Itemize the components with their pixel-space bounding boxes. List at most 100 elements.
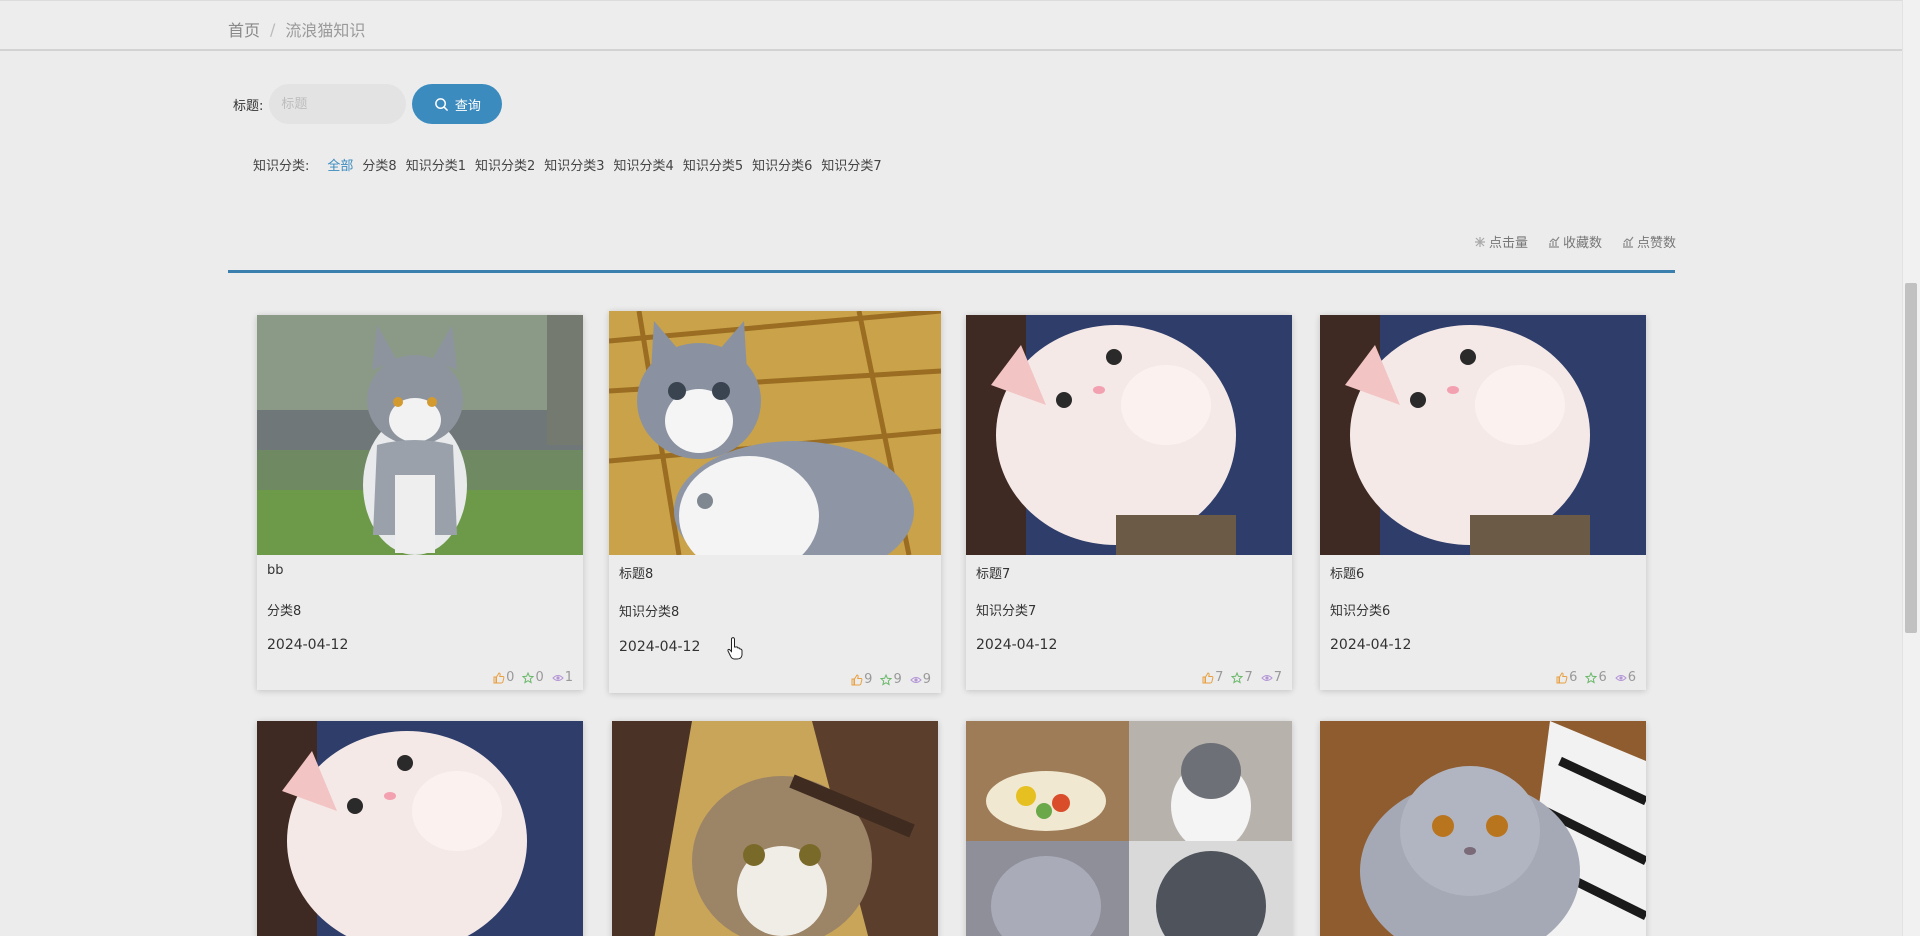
category-all[interactable]: 全部 (327, 155, 353, 174)
card-stats: 7 7 7 (1202, 670, 1282, 685)
chart-icon (1548, 236, 1560, 248)
search-form: 标题: 查询 (233, 84, 503, 124)
card-date: 2024-04-12 (976, 637, 1058, 653)
card-title: 标题6 (1330, 567, 1365, 582)
search-label: 标题: (233, 98, 264, 114)
knowledge-card[interactable]: bb 分类8 2024-04-12 0 0 1 (257, 315, 583, 690)
knowledge-card[interactable] (966, 721, 1292, 936)
card-image[interactable] (612, 721, 938, 936)
knowledge-card[interactable]: 标题7 知识分类7 2024-04-12 7 7 7 (966, 315, 1292, 690)
like-count: 9 (851, 672, 872, 687)
card-title: 标题8 (619, 567, 654, 582)
like-count-value: 7 (1215, 670, 1224, 685)
eye-icon (1261, 672, 1273, 684)
eye-icon (552, 672, 564, 684)
category-filter-label: 知识分类: (253, 159, 310, 174)
favorite-count-value: 0 (535, 670, 544, 685)
favorite-count-value: 7 (1244, 670, 1253, 685)
thumbs-up-icon (493, 672, 505, 684)
favorite-count: 6 (1585, 670, 1607, 685)
favorite-count-value: 9 (893, 672, 902, 687)
card-date: 2024-04-12 (1330, 637, 1412, 653)
card-title: 标题7 (976, 567, 1011, 582)
search-button[interactable]: 查询 (412, 84, 503, 124)
favorite-count: 7 (1231, 670, 1253, 685)
card-image[interactable] (609, 311, 941, 555)
category-knowledge-4[interactable]: 知识分类4 (614, 155, 674, 174)
card-category: 知识分类7 (976, 604, 1037, 619)
star-icon (522, 672, 534, 684)
card-category: 知识分类8 (619, 605, 680, 620)
card-date: 2024-04-12 (619, 639, 701, 655)
search-button-label: 查询 (454, 98, 481, 114)
title-search-input[interactable] (269, 84, 407, 124)
breadcrumb-current: 流浪猫知识 (285, 21, 366, 40)
like-count: 6 (1556, 670, 1577, 685)
view-count: 6 (1615, 670, 1636, 685)
star-icon (880, 674, 892, 686)
sort-by-clicks[interactable]: 点击量 (1474, 232, 1528, 251)
category-knowledge-7[interactable]: 知识分类7 (821, 155, 881, 174)
category-knowledge-1[interactable]: 知识分类1 (406, 155, 466, 174)
clicks-icon (1474, 236, 1485, 247)
card-image[interactable] (257, 721, 583, 936)
card-image[interactable] (966, 315, 1292, 555)
knowledge-card[interactable] (257, 721, 583, 936)
sort-by-likes[interactable]: 点赞数 (1622, 232, 1676, 251)
view-count-value: 9 (922, 672, 931, 687)
like-count-value: 0 (506, 670, 515, 685)
knowledge-card[interactable] (1320, 721, 1646, 936)
card-stats: 0 0 1 (493, 670, 573, 685)
card-image[interactable] (966, 721, 1292, 936)
sort-likes-label: 点赞数 (1636, 236, 1676, 251)
breadcrumb: 首页 / 流浪猫知识 (228, 17, 365, 41)
favorite-count-value: 6 (1598, 670, 1607, 685)
eye-icon (1615, 672, 1627, 684)
view-count-value: 6 (1627, 670, 1636, 685)
category-8[interactable]: 分类8 (362, 155, 396, 174)
card-stats: 6 6 6 (1556, 670, 1636, 685)
eye-icon (910, 674, 922, 686)
breadcrumb-home-link[interactable]: 首页 (228, 17, 260, 41)
card-title: bb (267, 563, 284, 578)
category-knowledge-2[interactable]: 知识分类2 (475, 155, 535, 174)
page-scrollbar[interactable] (1902, 0, 1920, 936)
view-count: 7 (1261, 670, 1282, 685)
star-icon (1231, 672, 1243, 684)
knowledge-card[interactable]: 标题8 知识分类8 2024-04-12 9 9 9 (609, 311, 941, 693)
card-category: 分类8 (267, 604, 302, 619)
card-image[interactable] (1320, 721, 1646, 936)
view-count: 9 (910, 672, 931, 687)
sort-options: 点击量 收藏数 点赞数 (1474, 232, 1676, 251)
thumbs-up-icon (1556, 672, 1568, 684)
card-category: 知识分类6 (1330, 604, 1391, 619)
like-count-value: 6 (1569, 670, 1578, 685)
divider (228, 270, 1675, 273)
knowledge-card[interactable] (612, 721, 938, 936)
sort-favorites-label: 收藏数 (1562, 236, 1602, 251)
view-count-value: 7 (1273, 670, 1282, 685)
category-knowledge-3[interactable]: 知识分类3 (544, 155, 604, 174)
sort-by-favorites[interactable]: 收藏数 (1548, 232, 1602, 251)
breadcrumb-separator: / (270, 19, 276, 39)
view-count-value: 1 (564, 670, 573, 685)
thumbs-up-icon (1202, 672, 1214, 684)
card-date: 2024-04-12 (267, 637, 349, 653)
card-image[interactable] (1320, 315, 1646, 555)
like-count-value: 9 (864, 672, 873, 687)
sort-clicks-label: 点击量 (1488, 236, 1528, 251)
like-count: 7 (1202, 670, 1223, 685)
card-image[interactable] (257, 315, 583, 555)
card-stats: 9 9 9 (851, 672, 931, 687)
search-icon (435, 97, 448, 111)
star-icon (1585, 672, 1597, 684)
chart-icon (1622, 236, 1634, 248)
scrollbar-thumb[interactable] (1905, 283, 1917, 633)
category-filter: 知识分类: 全部 分类8 知识分类1 知识分类2 知识分类3 知识分类4 知识分… (253, 155, 891, 174)
view-count: 1 (552, 670, 573, 685)
knowledge-card[interactable]: 标题6 知识分类6 2024-04-12 6 6 6 (1320, 315, 1646, 690)
category-knowledge-5[interactable]: 知识分类5 (683, 155, 743, 174)
favorite-count: 0 (522, 670, 544, 685)
thumbs-up-icon (851, 674, 863, 686)
category-knowledge-6[interactable]: 知识分类6 (752, 155, 812, 174)
